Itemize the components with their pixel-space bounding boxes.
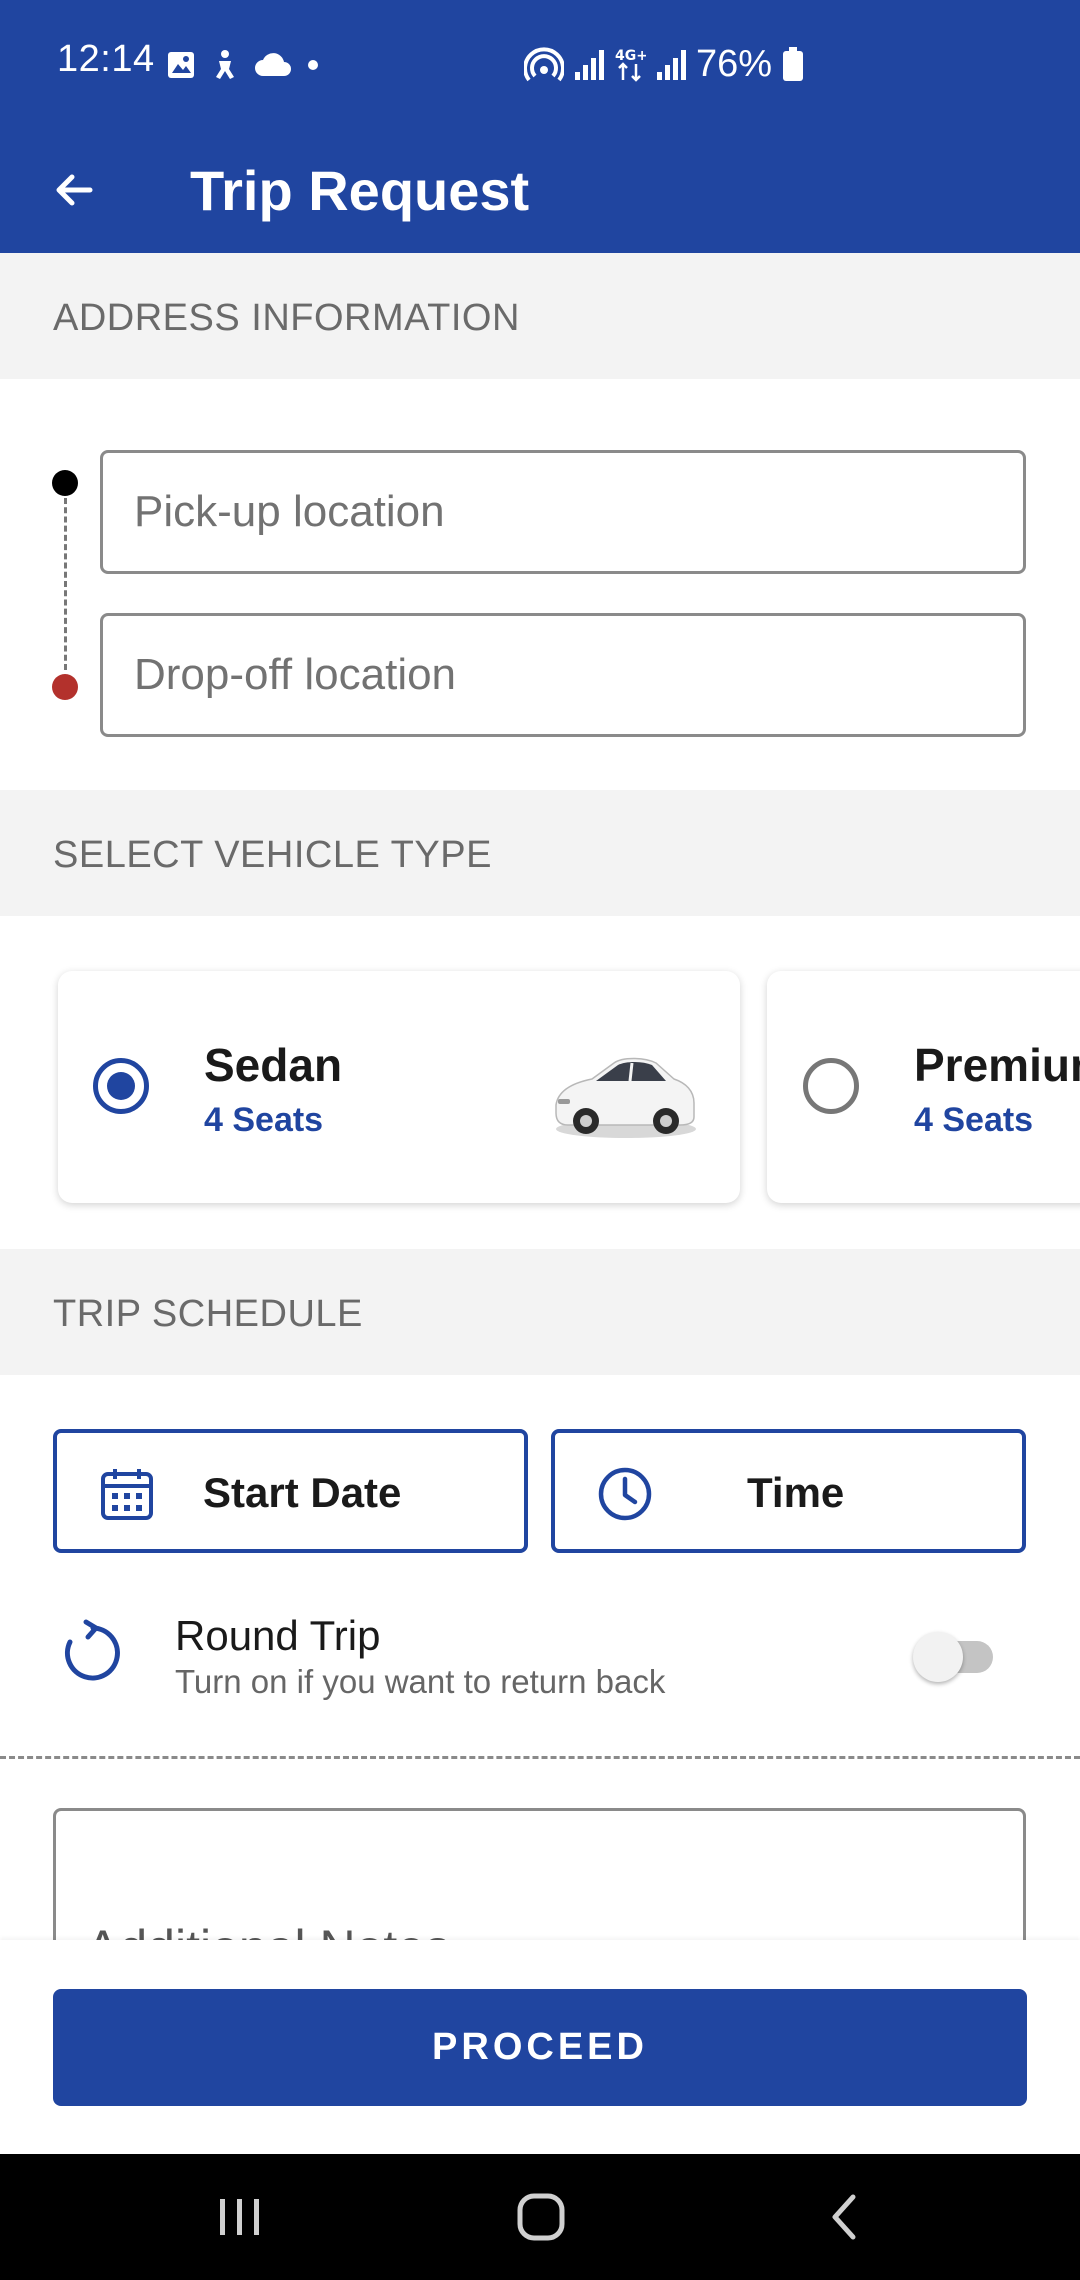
sedan-car-image xyxy=(555,1057,696,1138)
arrow-back-icon xyxy=(56,174,93,206)
home-icon xyxy=(517,2193,565,2241)
section-title-vehicle: SELECT VEHICLE TYPE xyxy=(53,834,492,876)
route-line xyxy=(64,498,67,670)
svg-text:4G+: 4G+ xyxy=(615,48,646,64)
round-trip-subtitle: Turn on if you want to return back xyxy=(175,1663,666,1700)
hotspot-icon xyxy=(524,46,564,82)
time-button[interactable]: Time xyxy=(551,1429,1026,1553)
vehicle-radio-premium[interactable] xyxy=(803,1058,859,1114)
vehicle-name: Sedan xyxy=(204,1039,343,1091)
4g-icon: 4G+ xyxy=(614,46,646,82)
back-nav-button[interactable] xyxy=(808,2184,878,2250)
round-trip-icon xyxy=(64,1619,120,1681)
vehicle-seats: 4 Seats xyxy=(914,1101,1034,1139)
proceed-button[interactable]: PROCEED xyxy=(53,1989,1027,2106)
status-bar: 12:14 4G+ 76% xyxy=(0,0,1080,128)
dropoff-field[interactable] xyxy=(100,613,1026,737)
pickup-input[interactable] xyxy=(103,453,1023,571)
section-header-address: ADDRESS INFORMATION xyxy=(0,253,1080,379)
app-bar: Trip Request xyxy=(0,128,1080,253)
recent-apps-button[interactable] xyxy=(205,2184,275,2250)
recent-apps-icon xyxy=(220,2199,259,2235)
gallery-icon xyxy=(166,50,196,80)
start-date-label: Start Date xyxy=(203,1469,402,1516)
round-trip-title: Round Trip xyxy=(175,1612,381,1659)
accessibility-icon xyxy=(210,49,240,81)
toggle-thumb xyxy=(913,1632,963,1682)
dropoff-input[interactable] xyxy=(103,616,1023,734)
signal-icon xyxy=(574,48,604,80)
vehicle-name: Premium xyxy=(914,1039,1080,1091)
start-date-button[interactable]: Start Date xyxy=(53,1429,528,1553)
section-header-vehicle: SELECT VEHICLE TYPE xyxy=(0,790,1080,916)
dot-icon xyxy=(306,58,320,72)
vehicle-card-sedan[interactable]: Sedan 4 Seats xyxy=(58,971,740,1203)
divider xyxy=(0,1756,1080,1759)
section-title-schedule: TRIP SCHEDULE xyxy=(53,1293,363,1335)
system-nav-bar xyxy=(0,2154,1080,2280)
status-icons-right: 4G+ 76% xyxy=(524,42,804,86)
section-header-schedule: TRIP SCHEDULE xyxy=(0,1249,1080,1375)
calendar-icon xyxy=(101,1469,153,1520)
pickup-field[interactable] xyxy=(100,450,1026,574)
signal-icon xyxy=(656,48,686,80)
section-title-address: ADDRESS INFORMATION xyxy=(53,297,520,339)
round-trip-toggle[interactable] xyxy=(913,1628,997,1682)
back-nav-icon xyxy=(832,2194,856,2240)
time-label: Time xyxy=(747,1469,845,1516)
vehicle-seats: 4 Seats xyxy=(204,1101,324,1139)
pickup-dot xyxy=(52,470,78,496)
vehicle-card-premium[interactable]: Premium 4 Seats xyxy=(767,971,1080,1203)
battery-icon xyxy=(782,46,804,82)
status-time: 12:14 xyxy=(57,38,155,80)
home-button[interactable] xyxy=(506,2184,576,2250)
status-icons-left xyxy=(166,48,320,82)
notes-field[interactable]: Additional Notes xyxy=(53,1808,1026,1948)
clock-icon xyxy=(598,1467,652,1521)
vehicle-radio-sedan[interactable] xyxy=(93,1058,149,1114)
back-button[interactable] xyxy=(40,156,108,224)
dropoff-dot xyxy=(52,674,78,700)
page-title: Trip Request xyxy=(190,159,530,222)
cloud-icon xyxy=(254,52,292,78)
battery-percent: 76% xyxy=(696,42,773,85)
